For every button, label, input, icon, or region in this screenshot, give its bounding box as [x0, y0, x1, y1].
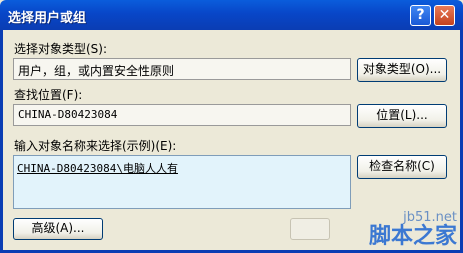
object-type-field: 用户，组，或内置安全性原则: [13, 58, 351, 80]
object-names-input[interactable]: CHINA-D80423084\电脑人人有: [13, 155, 351, 209]
watermark-name: 脚本之家: [368, 224, 457, 249]
names-label: 输入对象名称来选择(示例)(E):: [14, 139, 177, 153]
title-bar: 选择用户或组 ? ✕: [0, 0, 463, 30]
watermark-site: jb51.net: [403, 210, 457, 225]
check-names-button[interactable]: 检查名称(C): [357, 155, 447, 179]
location-label: 查找位置(F):: [14, 88, 83, 102]
object-types-button[interactable]: 对象类型(O)...: [357, 58, 447, 82]
close-button[interactable]: ✕: [434, 5, 455, 26]
ok-button[interactable]: [290, 218, 330, 240]
object-name-entry: CHINA-D80423084\电脑人人有: [17, 162, 178, 175]
locations-button[interactable]: 位置(L)...: [357, 104, 447, 128]
window-title: 选择用户或组: [8, 11, 87, 26]
watermark: jb51.net 脚本之家: [369, 210, 457, 249]
help-button[interactable]: ?: [410, 5, 431, 26]
window-frame-left: [0, 30, 3, 253]
advanced-button[interactable]: 高级(A)...: [13, 218, 103, 240]
location-field: CHINA-D80423084: [13, 104, 351, 126]
object-type-label: 选择对象类型(S):: [14, 42, 108, 56]
